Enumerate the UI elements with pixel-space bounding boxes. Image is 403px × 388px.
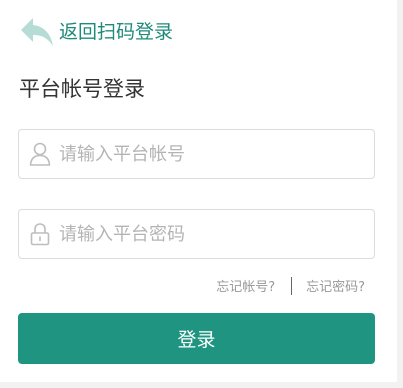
forgot-account-link[interactable]: 忘记帐号? [216,276,275,295]
user-icon [29,142,51,166]
account-input[interactable] [57,142,361,166]
password-field[interactable] [18,209,375,259]
back-label: 返回扫码登录 [59,21,174,43]
link-divider [291,276,293,295]
forgot-password-link[interactable]: 忘记密码? [306,276,365,295]
help-links: 忘记帐号? 忘记密码? [216,276,365,295]
back-arrow-icon [21,18,53,46]
account-field[interactable] [18,129,375,179]
password-input[interactable] [57,222,361,246]
back-to-qr-login[interactable]: 返回扫码登录 [19,16,173,48]
login-button[interactable]: 登录 [18,313,375,364]
page-title: 平台帐号登录 [19,77,145,101]
lock-icon [30,223,50,246]
login-card: 返回扫码登录 平台帐号登录 忘记帐号? 忘记密码? 登录 [0,0,397,382]
